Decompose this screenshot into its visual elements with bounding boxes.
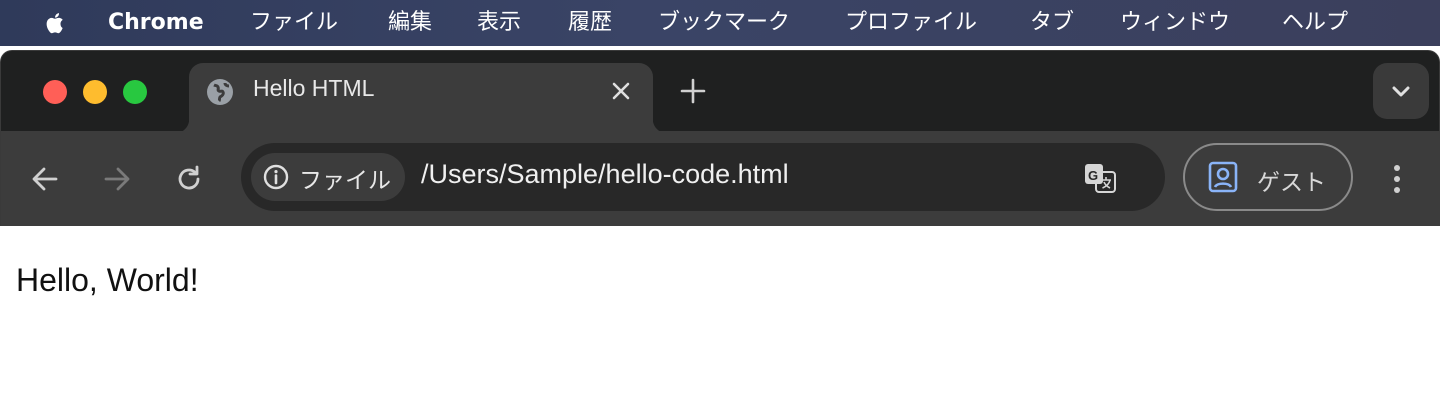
url-text[interactable]: /Users/Sample/hello-code.html xyxy=(421,159,789,190)
guest-profile-icon xyxy=(1208,161,1238,193)
tab-active[interactable]: Hello HTML xyxy=(175,63,667,133)
menu-bookmarks[interactable]: ブックマーク xyxy=(658,0,790,46)
translate-icon[interactable]: G xyxy=(1083,161,1117,195)
back-arrow-icon[interactable] xyxy=(27,161,63,197)
site-info-chip[interactable]: ファイル xyxy=(251,153,405,201)
menu-view[interactable]: 表示 xyxy=(477,0,521,46)
tab-search-button[interactable] xyxy=(1373,63,1429,119)
close-icon[interactable] xyxy=(609,79,633,103)
window-minimize-button[interactable] xyxy=(83,80,107,104)
page-text: Hello, World! xyxy=(16,262,199,298)
menu-tab[interactable]: タブ xyxy=(1030,0,1074,46)
window-zoom-button[interactable] xyxy=(123,80,147,104)
info-icon xyxy=(263,164,289,190)
profile-label: ゲスト xyxy=(1257,170,1326,196)
macos-menu-bar: Chrome ファイル 編集 表示 履歴 ブックマーク プロファイル タブ ウィ… xyxy=(0,0,1440,46)
reload-icon[interactable] xyxy=(171,161,207,197)
menu-help[interactable]: ヘルプ xyxy=(1282,0,1348,46)
menu-app-name[interactable]: Chrome xyxy=(108,0,204,46)
site-info-label: ファイル xyxy=(299,168,391,194)
more-vert-icon[interactable] xyxy=(1385,161,1409,197)
menu-edit[interactable]: 編集 xyxy=(388,0,432,46)
forward-arrow-icon[interactable] xyxy=(99,161,135,197)
menu-file[interactable]: ファイル xyxy=(250,0,338,46)
address-bar[interactable]: ファイル /Users/Sample/hello-code.html G xyxy=(241,143,1165,211)
tab-title: Hello HTML xyxy=(253,75,375,101)
browser-toolbar: ファイル /Users/Sample/hello-code.html G ゲスト xyxy=(1,131,1440,227)
menu-profiles[interactable]: プロファイル xyxy=(845,0,977,46)
window-close-button[interactable] xyxy=(43,80,67,104)
menu-history[interactable]: 履歴 xyxy=(568,0,612,46)
profile-button[interactable]: ゲスト xyxy=(1183,143,1353,211)
new-tab-plus-icon[interactable] xyxy=(679,77,707,105)
globe-icon xyxy=(207,79,233,105)
chevron-down-icon xyxy=(1392,86,1410,97)
browser-window: Hello HTML ファイル /Users/Sample/hello-code… xyxy=(0,50,1440,227)
menu-window[interactable]: ウィンドウ xyxy=(1120,0,1230,46)
svg-text:G: G xyxy=(1088,168,1098,183)
page-content: Hello, World! xyxy=(0,226,1440,394)
apple-logo-icon[interactable] xyxy=(40,8,70,38)
